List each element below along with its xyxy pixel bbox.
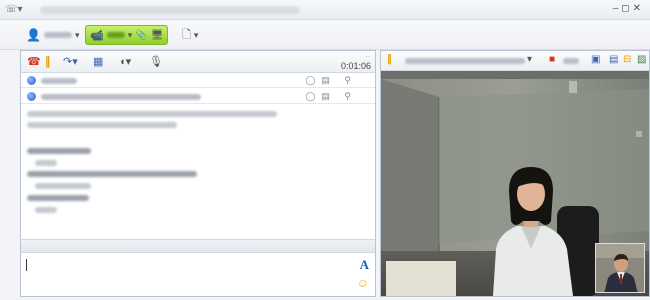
transcript-line-blurred (27, 148, 91, 154)
self-view-frame (596, 244, 644, 292)
pause-video-icon[interactable]: ∥ (387, 54, 392, 65)
transcript-line-blurred (27, 122, 177, 128)
microphone-icon[interactable]: 🎙 (149, 55, 163, 68)
call-toolbar: ☎ ∥ ↷▾ ▦ ◖▾ 🎙 … 0:01:06 (21, 51, 375, 73)
window-title-blurred (40, 6, 300, 14)
video-call-icon: 📹 (90, 29, 104, 42)
video-toolbar: ∥ ▾ ■ ▣ ▤ ⊟ ▨ (381, 51, 649, 71)
participant-actions[interactable]: ◯▤ ⚲ (305, 91, 357, 102)
status-button[interactable]: 👤 ▾ (22, 25, 83, 45)
presence-icon (27, 92, 36, 101)
call-label-blurred (106, 32, 125, 38)
stop-video-icon[interactable]: ■ (549, 54, 555, 65)
message-input[interactable]: A ☺ (21, 253, 375, 296)
remote-video-feed (381, 71, 649, 296)
call-timer: 0:01:06 (340, 61, 371, 71)
main-toolbar: 👤 ▾ 📹 ▾ 📎 🖥 🗋 ▾ (0, 20, 650, 50)
presence-icon (27, 76, 36, 85)
chevron-down-icon: ▾ (193, 29, 199, 40)
chevron-down-icon: ▾ (127, 29, 133, 40)
camera-select-blurred[interactable] (405, 58, 525, 64)
dialpad-icon[interactable]: ▦ (93, 55, 103, 68)
transcript-line-blurred (35, 160, 57, 166)
participant-name-blurred (41, 78, 77, 84)
app-icon[interactable]: ☏▾ (5, 4, 23, 15)
user-status-icon: 👤 (26, 28, 41, 42)
transcript-line-blurred (27, 111, 277, 117)
chevron-down-icon[interactable]: ▾ (527, 54, 532, 65)
participant-name-blurred (41, 94, 201, 100)
font-icon[interactable]: A (360, 257, 369, 273)
emoticon-icon[interactable]: ☺ (357, 276, 369, 290)
timer-caption: … (365, 53, 371, 59)
transfer-icon[interactable]: ↷▾ (63, 55, 78, 68)
title-bar: ☏▾ –◻✕ (0, 0, 650, 20)
speaker-icon[interactable]: ◖▾ (119, 55, 131, 68)
attach-icon[interactable]: 📎 (135, 30, 147, 41)
chevron-down-icon: ▾ (74, 29, 80, 40)
participant-row[interactable]: ◯▤ ⚲ (21, 89, 375, 104)
conversation-pane: ☎ ∥ ↷▾ ▦ ◖▾ 🎙 … 0:01:06 ◯▤ ⚲ ◯▤ ⚲ A ☺ (20, 50, 376, 297)
document-button[interactable]: 🗋 ▾ (178, 25, 202, 45)
participant-actions[interactable]: ◯▤ ⚲ (305, 75, 357, 86)
document-icon: 🗋 (182, 28, 191, 41)
video-pane: ∥ ▾ ■ ▣ ▤ ⊟ ▨ (380, 50, 650, 297)
transcript-line-blurred (27, 171, 197, 177)
participant-row[interactable]: ◯▤ ⚲ (21, 73, 375, 88)
layout-icon[interactable]: ▤ (609, 54, 618, 65)
transcript-line-blurred (35, 183, 91, 189)
transcript-line-blurred (35, 207, 57, 213)
share-icon[interactable]: 🖥 (151, 30, 164, 41)
fullscreen-icon[interactable]: ▣ (591, 54, 600, 65)
self-view-video[interactable] (595, 243, 645, 293)
transcript-line-blurred (27, 195, 89, 201)
status-label-blurred (43, 32, 72, 38)
call-controls-group[interactable]: 📹 ▾ 📎 🖥 (85, 25, 169, 45)
composer-divider[interactable] (21, 239, 375, 253)
self-view-icon[interactable]: ▨ (637, 54, 646, 65)
hang-up-icon[interactable]: ☎ (27, 55, 41, 68)
stop-label-blurred (563, 58, 579, 64)
snapshot-icon[interactable]: ⊟ (623, 54, 631, 65)
hold-icon[interactable]: ∥ (45, 55, 51, 68)
window-controls[interactable]: –◻✕ (613, 3, 644, 14)
text-caret (26, 259, 27, 271)
